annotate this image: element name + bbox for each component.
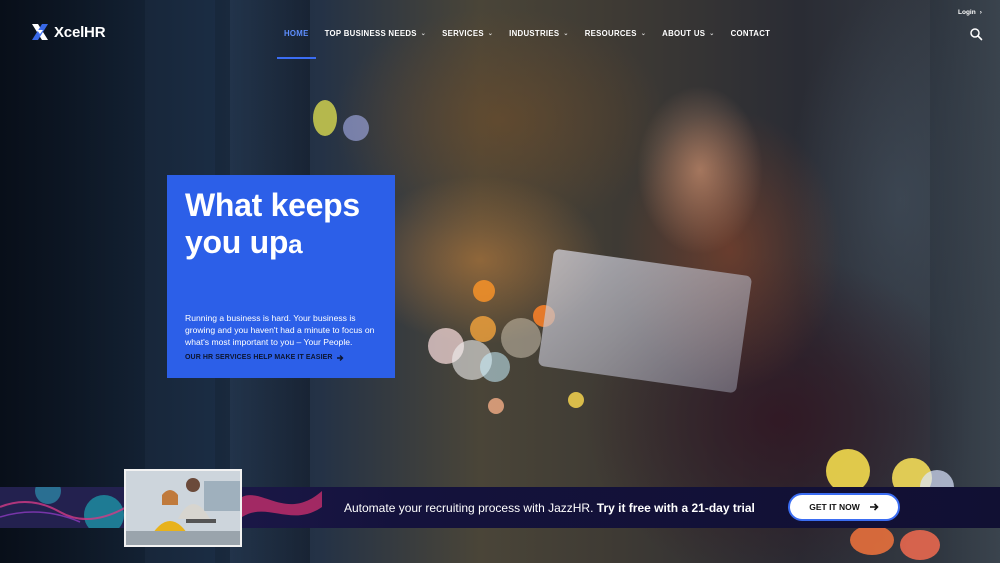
search-icon <box>970 28 983 41</box>
nav-item-about-us[interactable]: ABOUT US ⌄ <box>654 27 722 59</box>
nav-item-industries[interactable]: INDUSTRIES ⌄ <box>501 27 577 59</box>
search-button[interactable] <box>969 27 983 41</box>
nav-item-label: INDUSTRIES <box>509 29 560 38</box>
hero-card: What keeps you upa Running a business is… <box>167 175 395 378</box>
get-it-now-button[interactable]: GET IT NOW <box>788 493 900 521</box>
hero-services-link[interactable]: OUR HR SERVICES HELP MAKE IT EASIER <box>185 354 344 362</box>
chevron-down-icon: ⌄ <box>420 31 427 37</box>
nav-item-label: SERVICES <box>442 29 484 38</box>
banner-team-photo <box>124 469 242 547</box>
nav-item-resources[interactable]: RESOURCES ⌄ <box>577 27 654 59</box>
chevron-down-icon: ⌄ <box>709 31 715 37</box>
nav-item-label: RESOURCES <box>584 29 637 38</box>
nav-item-label: HOME <box>284 29 309 38</box>
xcelhr-logo-icon <box>30 22 50 42</box>
chevron-down-icon: ⌄ <box>563 31 569 37</box>
nav-item-label: ABOUT US <box>662 29 706 38</box>
hero-title: What keeps you upa <box>185 187 385 263</box>
nav-item-label: CONTACT <box>730 29 771 38</box>
login-link[interactable]: Login › <box>958 9 982 16</box>
nav-item-label: TOP BUSINESS NEEDS <box>324 29 417 38</box>
chevron-right-icon: › <box>979 9 982 16</box>
nav-item-services[interactable]: SERVICES ⌄ <box>434 27 501 59</box>
brand-name: XcelHR <box>54 23 106 41</box>
nav-item-top-business-needs[interactable]: TOP BUSINESS NEEDS ⌄ <box>317 27 435 59</box>
nav-item-contact[interactable]: CONTACT <box>723 27 779 59</box>
banner-text-bold: Try it free with a 21-day trial <box>596 501 755 515</box>
cta-label: GET IT NOW <box>809 502 860 512</box>
hero-title-typing-cursor: a <box>288 229 303 259</box>
chevron-down-icon: ⌄ <box>640 31 647 37</box>
hero-title-text: What keeps you up <box>185 187 360 260</box>
main-navigation: HOME TOP BUSINESS NEEDS ⌄ SERVICES ⌄ IND… <box>276 27 778 59</box>
banner-promo-text: Automate your recruiting process with Ja… <box>344 501 755 515</box>
banner-decoration-left <box>0 487 130 528</box>
hero-description: Running a business is hard. Your busines… <box>185 313 375 347</box>
login-label: Login <box>958 9 976 16</box>
banner-decoration-swoosh <box>242 491 322 517</box>
chevron-down-icon: ⌄ <box>487 31 494 37</box>
nav-item-home[interactable]: HOME <box>276 27 317 59</box>
brand-logo[interactable]: XcelHR <box>30 22 106 42</box>
banner-text-regular: Automate your recruiting process with Ja… <box>344 501 594 515</box>
hero-link-label: OUR HR SERVICES HELP MAKE IT EASIER <box>185 354 333 361</box>
arrow-right-icon <box>336 355 344 361</box>
arrow-right-icon <box>869 503 879 511</box>
